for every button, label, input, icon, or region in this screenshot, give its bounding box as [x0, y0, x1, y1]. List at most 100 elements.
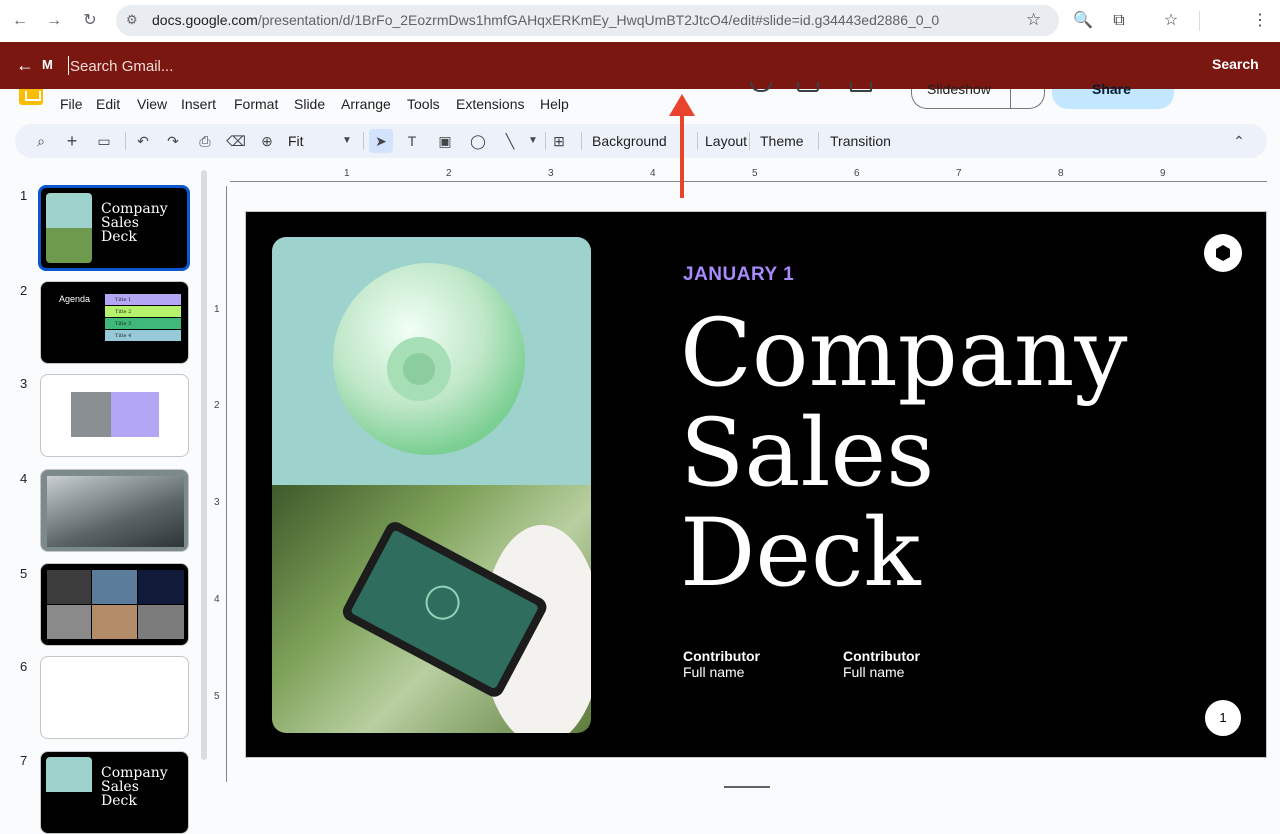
bookmarks-icon[interactable]: ☆: [1159, 9, 1183, 33]
menu-file[interactable]: File: [60, 96, 83, 112]
thumb-image: [71, 392, 111, 437]
menu-view[interactable]: View: [137, 96, 167, 112]
site-settings-icon[interactable]: ⚙: [126, 12, 138, 28]
toolbar-divider: [1199, 11, 1200, 31]
slide-thumbnail-5[interactable]: [40, 563, 189, 646]
logo-badge[interactable]: [1204, 234, 1242, 272]
print-icon[interactable]: ⎙: [193, 129, 217, 153]
menu-edit[interactable]: Edit: [96, 96, 120, 112]
toolbar-separator: [125, 132, 126, 150]
slide-number: 2: [20, 283, 28, 298]
contributor-name: Full name: [683, 664, 745, 680]
thumb-agenda-item: Title 1: [105, 294, 181, 305]
new-slide-icon[interactable]: +: [60, 129, 84, 153]
slideshow-button[interactable]: Slideshow: [911, 81, 1045, 109]
tablet-in-garden-image[interactable]: [272, 485, 591, 733]
thumb-image: [92, 605, 137, 639]
slide-thumbnail-7[interactable]: Company Sales Deck: [40, 751, 189, 834]
address-bar[interactable]: ⚙ docs.google.com/presentation/d/1BrFo_2…: [116, 5, 1059, 36]
bookmark-star-icon[interactable]: ☆: [1026, 10, 1041, 30]
menu-extensions[interactable]: Extensions: [456, 96, 524, 112]
slide-title[interactable]: Company Sales Deck: [680, 304, 1200, 604]
gmail-search-input[interactable]: [70, 53, 1170, 79]
thumb-agenda-item: Title 3: [105, 318, 181, 329]
text-box-icon[interactable]: T: [400, 129, 424, 153]
slides-logo-icon[interactable]: [19, 89, 43, 105]
undo-icon[interactable]: ↶: [131, 129, 155, 153]
back-arrow-icon[interactable]: ←: [16, 55, 34, 75]
editing-toolbar: ⌕ + ▭ ↶ ↷ ⎙ ⌫ ⊕ Fit ▼ ➤ T ▣ ◯ ╲ ▼ ⊞ Back…: [15, 124, 1267, 158]
paint-format-icon[interactable]: ⌫: [224, 129, 248, 153]
comments-icon[interactable]: [797, 82, 819, 92]
ruler-baseline: [230, 181, 1267, 182]
ruler-baseline: [226, 186, 227, 782]
menu-tools[interactable]: Tools: [407, 96, 440, 112]
zoom-select[interactable]: Fit: [288, 133, 304, 149]
slide-canvas[interactable]: JANUARY 1 Company Sales Deck Contributor…: [245, 211, 1267, 758]
select-pointer-icon[interactable]: ➤: [369, 129, 393, 153]
url-text: docs.google.com/presentation/d/1BrFo_2Eo…: [152, 12, 940, 28]
thumb-agenda-item: Title 2: [105, 306, 181, 317]
line-icon[interactable]: ╲: [498, 129, 522, 153]
thumb-image: [47, 570, 91, 604]
dropdown-arrow-icon[interactable]: ▼: [521, 129, 545, 153]
theme-button[interactable]: Theme: [760, 133, 804, 149]
redo-icon[interactable]: ↷: [161, 129, 185, 153]
menu-arrange[interactable]: Arrange: [341, 96, 391, 112]
vertical-ruler: 1 2 3 4 5: [210, 186, 228, 782]
menu-format[interactable]: Format: [234, 96, 278, 112]
slide-thumbnail-3[interactable]: [40, 374, 189, 457]
ruler-label: 1: [214, 304, 220, 315]
extensions-icon[interactable]: ⧉: [1107, 9, 1131, 33]
transition-button[interactable]: Transition: [830, 133, 891, 149]
menu-slide[interactable]: Slide: [294, 96, 325, 112]
slide-thumbnail-1[interactable]: Company Sales Deck: [38, 185, 190, 271]
contributor-heading: Contributor: [683, 648, 760, 664]
contributor-name: Full name: [843, 664, 905, 680]
speaker-notes-handle[interactable]: [724, 786, 770, 788]
insert-image-icon[interactable]: ▣: [433, 129, 457, 153]
ruler-label: 7: [956, 168, 962, 179]
ruler-label: 5: [752, 168, 758, 179]
slide-number: 1: [20, 188, 28, 203]
reload-icon[interactable]: ↻: [78, 9, 102, 33]
collapse-toolbar-icon[interactable]: ⌃: [1227, 129, 1251, 153]
slide-date[interactable]: JANUARY 1: [683, 264, 794, 286]
title-line: Sales: [680, 399, 935, 508]
ruler-label: 4: [650, 168, 656, 179]
ruler-label: 2: [446, 168, 452, 179]
search-button[interactable]: Search: [1212, 56, 1259, 72]
annotation-arrow: [680, 110, 684, 198]
zoom-icon[interactable]: 🔍: [1071, 9, 1095, 33]
slide-thumbnail-4[interactable]: [40, 469, 189, 552]
menu-insert[interactable]: Insert: [181, 96, 216, 112]
filmstrip-scrollbar[interactable]: [201, 170, 207, 760]
toolbar-separator: [818, 132, 819, 150]
search-menus-icon[interactable]: ⌕: [29, 129, 53, 153]
dropdown-arrow-icon[interactable]: ▼: [335, 129, 359, 153]
contributor-heading: Contributor: [843, 648, 920, 664]
layout-button[interactable]: Layout: [705, 133, 747, 149]
meet-icon[interactable]: [850, 82, 872, 92]
menu-help[interactable]: Help: [540, 96, 569, 112]
slide-thumbnail-6[interactable]: [40, 656, 189, 739]
thumb-agenda-item: Title 4: [105, 330, 181, 341]
page-number-badge[interactable]: 1: [1204, 699, 1242, 737]
sculpture-image[interactable]: [272, 237, 591, 485]
slide-number: 5: [20, 566, 28, 581]
background-button[interactable]: Background: [592, 133, 667, 149]
insert-comment-icon[interactable]: ⊞: [547, 129, 571, 153]
share-button[interactable]: Share: [1052, 81, 1174, 109]
contributor-block[interactable]: Contributor Full name: [843, 648, 920, 680]
zoom-icon[interactable]: ⊕: [255, 129, 279, 153]
forward-arrow-icon[interactable]: →: [42, 9, 66, 33]
back-arrow-icon[interactable]: ←: [8, 9, 32, 33]
layout-picker-icon[interactable]: ▭: [92, 129, 116, 153]
slide-number: 7: [20, 753, 28, 768]
slide-thumbnail-2[interactable]: Agenda Title 1 Title 2 Title 3 Title 4: [40, 281, 189, 364]
more-menu-icon[interactable]: ⋮: [1248, 9, 1272, 33]
thumb-image: [46, 193, 92, 228]
shape-icon[interactable]: ◯: [466, 129, 490, 153]
contributor-block[interactable]: Contributor Full name: [683, 648, 760, 680]
sphere-sculpture-graphic: [333, 263, 525, 455]
